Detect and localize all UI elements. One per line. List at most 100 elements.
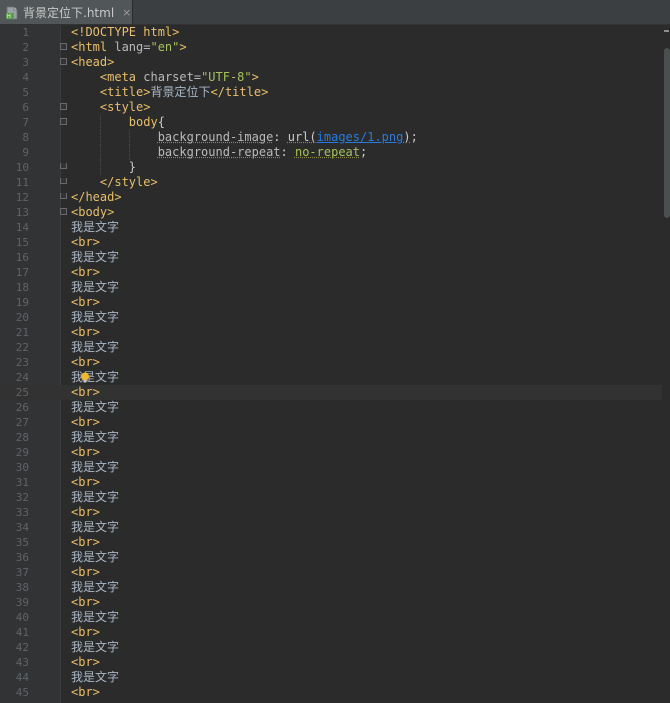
- code-line[interactable]: 15 <br>: [0, 235, 662, 250]
- code-line[interactable]: 11 </style>: [0, 175, 662, 190]
- fold-marker-icon[interactable]: [60, 163, 67, 169]
- code-line[interactable]: 25 <br>: [0, 385, 662, 400]
- fold-marker-icon[interactable]: [60, 103, 67, 110]
- code-line[interactable]: 10 }: [0, 160, 662, 175]
- line-number: 10: [15, 161, 29, 174]
- code-line[interactable]: 24 我是文字: [0, 370, 662, 385]
- code-line[interactable]: 38 我是文字: [0, 580, 662, 595]
- code-text: <br>: [71, 445, 100, 460]
- line-number: 32: [15, 491, 29, 504]
- code-token: <br>: [71, 505, 100, 519]
- code-text: <br>: [71, 415, 100, 430]
- lightbulb-icon[interactable]: [80, 372, 90, 383]
- code-line[interactable]: 40 我是文字: [0, 610, 662, 625]
- code-line[interactable]: 17 <br>: [0, 265, 662, 280]
- fold-marker-icon[interactable]: [60, 118, 67, 125]
- code-editor[interactable]: 1 <!DOCTYPE html> 2 <html lang="en"> 3 <head>…: [0, 25, 670, 703]
- code-text: <br>: [71, 535, 100, 550]
- code-text: <br>: [71, 475, 100, 490]
- code-text: <br>: [71, 685, 100, 700]
- code-line[interactable]: 27 <br>: [0, 415, 662, 430]
- code-line[interactable]: 16 我是文字: [0, 250, 662, 265]
- code-line[interactable]: 34 我是文字: [0, 520, 662, 535]
- line-number: 20: [15, 311, 29, 324]
- code-text: 我是文字: [71, 550, 119, 565]
- code-line[interactable]: 43 <br>: [0, 655, 662, 670]
- code-token: 我是文字: [71, 430, 120, 444]
- fold-marker-icon[interactable]: [60, 58, 67, 65]
- code-line[interactable]: 35 <br>: [0, 535, 662, 550]
- code-line[interactable]: 28 我是文字: [0, 430, 662, 445]
- line-number: 23: [15, 356, 29, 369]
- code-token: 我是文字: [71, 640, 120, 654]
- line-number: 39: [15, 596, 29, 609]
- line-number: 6: [22, 101, 29, 114]
- code-token: {: [157, 115, 165, 129]
- fold-marker-icon[interactable]: [60, 208, 67, 215]
- code-line[interactable]: 2 <html lang="en">: [0, 40, 662, 55]
- code-line[interactable]: 42 我是文字: [0, 640, 662, 655]
- code-line[interactable]: 1 <!DOCTYPE html>: [0, 25, 662, 40]
- code-line[interactable]: 22 我是文字: [0, 340, 662, 355]
- tab-file[interactable]: H 背景定位下.html ×: [0, 0, 133, 24]
- line-number: 14: [15, 221, 29, 234]
- fold-marker-icon[interactable]: [60, 193, 67, 199]
- fold-marker-icon[interactable]: [60, 43, 67, 50]
- line-number: 15: [15, 236, 29, 249]
- code-text: <br>: [71, 625, 100, 640]
- scroll-marker: [664, 30, 669, 32]
- code-line[interactable]: 14 我是文字: [0, 220, 662, 235]
- code-token: <br>: [71, 565, 100, 579]
- scroll-thumb[interactable]: [664, 48, 670, 218]
- line-number: 40: [15, 611, 29, 624]
- code-line[interactable]: 32 我是文字: [0, 490, 662, 505]
- code-line[interactable]: 12 </head>: [0, 190, 662, 205]
- code-line[interactable]: 3 <head>: [0, 55, 662, 70]
- code-line[interactable]: 39 <br>: [0, 595, 662, 610]
- code-token: background-repeat: [157, 145, 281, 159]
- code-line[interactable]: 33 <br>: [0, 505, 662, 520]
- code-token: <br>: [71, 535, 100, 549]
- code-token: body: [128, 115, 158, 129]
- code-line[interactable]: 9 background-repeat: no-repeat;: [0, 145, 662, 160]
- code-line[interactable]: 4 <meta charset="UTF-8">: [0, 70, 662, 85]
- code-token: <br>: [71, 235, 100, 249]
- code-line[interactable]: 31 <br>: [0, 475, 662, 490]
- code-text: 我是文字: [71, 430, 119, 445]
- code-token: lang=: [114, 40, 151, 54]
- code-line[interactable]: 19 <br>: [0, 295, 662, 310]
- code-token: <br>: [71, 445, 100, 459]
- close-icon[interactable]: ×: [122, 6, 131, 19]
- code-line[interactable]: 23 <br>: [0, 355, 662, 370]
- code-line[interactable]: 6 <style>: [0, 100, 662, 115]
- code-text: background-image: url(images/1.png);: [71, 130, 418, 145]
- code-line[interactable]: 29 <br>: [0, 445, 662, 460]
- scrollbar[interactable]: [662, 25, 670, 703]
- code-line[interactable]: 20 我是文字: [0, 310, 662, 325]
- code-token: <br>: [71, 655, 100, 669]
- line-number: 44: [15, 671, 29, 684]
- svg-text:H: H: [7, 14, 11, 20]
- code-token: ): [403, 130, 411, 144]
- code-token: <br>: [71, 685, 100, 699]
- line-number: 16: [15, 251, 29, 264]
- code-line[interactable]: 21 <br>: [0, 325, 662, 340]
- code-line[interactable]: 44 我是文字: [0, 670, 662, 685]
- code-token: <br>: [71, 595, 100, 609]
- code-line[interactable]: 5 <title>背景定位下</title>: [0, 85, 662, 100]
- code-area[interactable]: 1 <!DOCTYPE html> 2 <html lang="en"> 3 <head>…: [0, 25, 662, 700]
- code-line[interactable]: 7 body{: [0, 115, 662, 130]
- code-text: }: [71, 160, 136, 175]
- code-line[interactable]: 18 我是文字: [0, 280, 662, 295]
- code-line[interactable]: 8 background-image: url(images/1.png);: [0, 130, 662, 145]
- code-line[interactable]: 30 我是文字: [0, 460, 662, 475]
- code-line[interactable]: 45 <br>: [0, 685, 662, 700]
- code-token: >: [179, 40, 187, 54]
- fold-marker-icon[interactable]: [60, 178, 67, 184]
- code-line[interactable]: 36 我是文字: [0, 550, 662, 565]
- code-line[interactable]: 37 <br>: [0, 565, 662, 580]
- code-line[interactable]: 41 <br>: [0, 625, 662, 640]
- code-line[interactable]: 13 <body>: [0, 205, 662, 220]
- code-line[interactable]: 26 我是文字: [0, 400, 662, 415]
